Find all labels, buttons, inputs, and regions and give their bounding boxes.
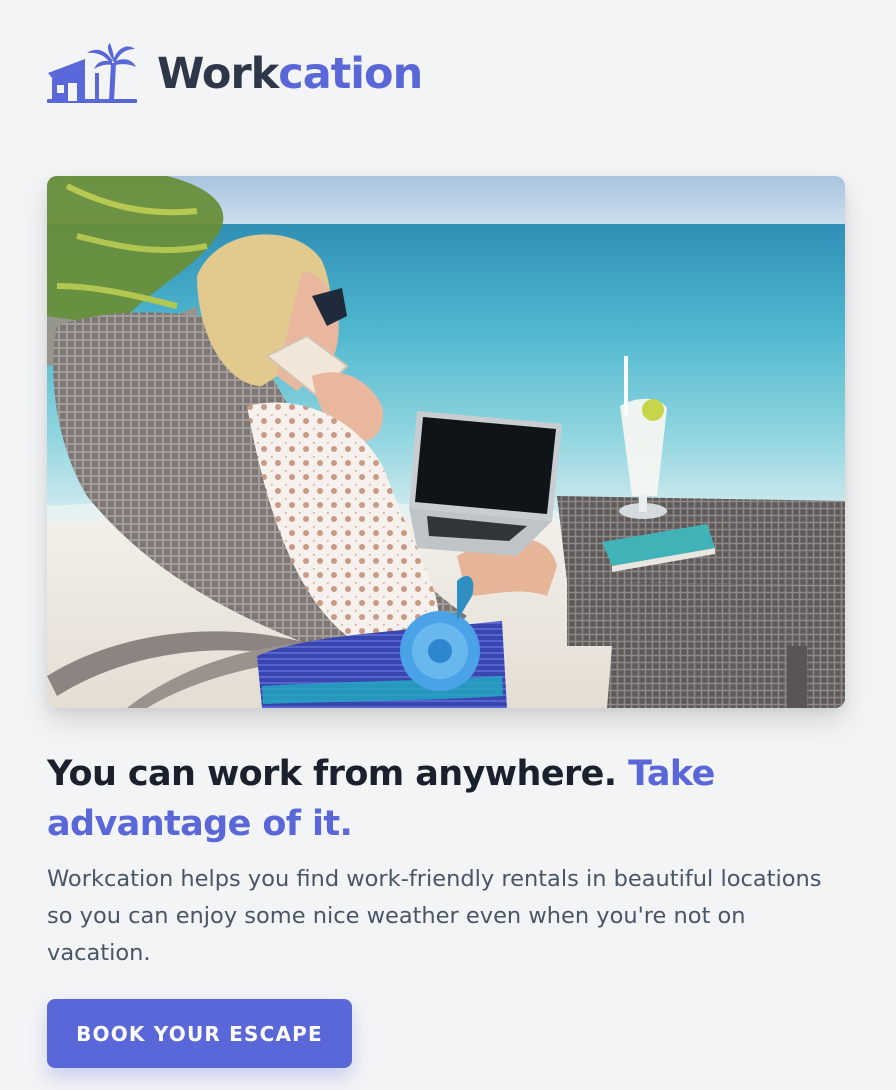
hero-image <box>47 176 845 708</box>
brand-name-part2: cation <box>278 48 423 99</box>
book-your-escape-button[interactable]: BOOK YOUR ESCAPE <box>47 999 352 1068</box>
description: Workcation helps you find work-friendly … <box>47 866 822 966</box>
headline: You can work from anywhere. Take advanta… <box>47 749 807 849</box>
house-palm-logo-icon <box>47 43 137 103</box>
page: Workcation You can work from anywhere. T… <box>0 37 896 1090</box>
headline-main: You can work from anywhere. <box>47 754 617 794</box>
brand-wordmark: Workcation <box>157 52 423 96</box>
site-header: Workcation <box>47 37 849 111</box>
beach-workcation-photo <box>47 176 845 708</box>
brand-name-part1: Work <box>157 48 279 99</box>
